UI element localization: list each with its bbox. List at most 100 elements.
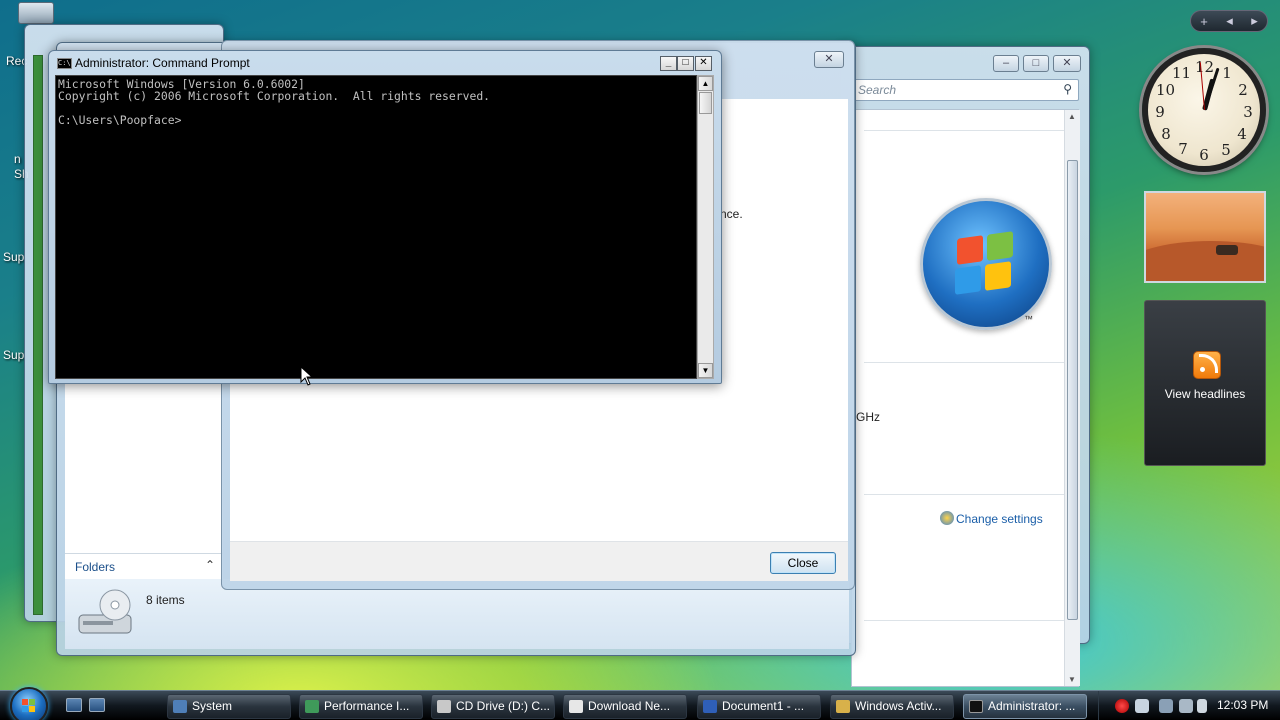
logo-pane-green — [987, 231, 1013, 261]
word-document-icon — [703, 700, 717, 713]
slideshow-gadget[interactable] — [1144, 191, 1266, 283]
task-label: Performance I... — [324, 699, 410, 713]
divider — [864, 620, 1064, 621]
clock-number-10: 10 — [1156, 81, 1176, 99]
console-line: Copyright (c) 2006 Microsoft Corporation… — [58, 89, 491, 103]
cd-drive-icon — [437, 700, 451, 713]
show-desktop-icon[interactable] — [66, 698, 82, 712]
taskbar-button-system[interactable]: System — [167, 694, 291, 719]
clock-number-11: 11 — [1172, 64, 1192, 82]
taskbar-button-cd-drive[interactable]: CD Drive (D:) C... — [431, 694, 555, 719]
console-scrollbar[interactable]: ▲ ▼ — [697, 75, 714, 379]
previous-page-button[interactable]: ◂ — [1226, 13, 1233, 29]
performance-icon — [305, 700, 319, 713]
search-placeholder: Search — [858, 83, 897, 97]
logo-pane-red — [957, 235, 983, 265]
console-output[interactable]: Microsoft Windows [Version 6.0.6002] Cop… — [55, 75, 697, 379]
folders-label: Folders — [75, 560, 116, 574]
close-button[interactable]: ✕ — [695, 56, 712, 71]
security-alert-icon[interactable] — [1115, 699, 1129, 713]
navigation-pane — [65, 383, 223, 579]
download-icon — [569, 700, 583, 713]
folders-toggle[interactable]: Folders ⌃ — [65, 553, 223, 579]
change-settings-link[interactable]: Change settings — [956, 512, 1043, 526]
clock-number-8: 8 — [1161, 125, 1171, 143]
taskbar-button-document[interactable]: Document1 - ... — [697, 694, 821, 719]
taskbar: System Performance I... CD Drive (D:) C.… — [0, 687, 1280, 720]
update-icon[interactable] — [1135, 699, 1149, 713]
sidebar-controls[interactable]: + ◂ ▸ — [1190, 10, 1268, 32]
taskbar-button-download[interactable]: Download Ne... — [563, 694, 687, 719]
system-clock[interactable]: 12:03 PM — [1217, 698, 1268, 712]
logo-pane-yellow — [985, 261, 1011, 291]
taskbar-button-command-prompt[interactable]: Administrator: ... — [963, 694, 1087, 719]
clock-number-2: 2 — [1238, 81, 1248, 99]
clock-number-4: 4 — [1237, 125, 1247, 143]
clock-number-3: 3 — [1243, 103, 1253, 121]
taskbar-button-performance[interactable]: Performance I... — [299, 694, 423, 719]
power-icon[interactable] — [1197, 699, 1207, 713]
view-headlines-link[interactable]: View headlines — [1145, 387, 1265, 401]
desktop-label-n[interactable]: n — [14, 152, 21, 166]
minimize-button[interactable]: – — [993, 55, 1019, 72]
task-label: Windows Activ... — [855, 699, 942, 713]
volume-muted-icon[interactable] — [1179, 699, 1193, 713]
clock-number-5: 5 — [1221, 141, 1231, 159]
minimize-button[interactable]: _ — [660, 56, 677, 71]
scrollbar-thumb[interactable] — [1067, 160, 1078, 620]
scrollbar-thumb[interactable] — [699, 92, 712, 114]
add-gadget-button[interactable]: + — [1200, 14, 1208, 29]
desktop-label-sup-1[interactable]: Sup — [3, 250, 24, 264]
divider — [864, 362, 1064, 363]
scroll-down-button[interactable]: ▼ — [698, 363, 713, 378]
taskbar-button-windows-activation[interactable]: Windows Activ... — [830, 694, 954, 719]
search-icon[interactable]: ⚲ — [1063, 82, 1072, 96]
system-content: ™ GHz Change settings ▲ ▼ — [851, 109, 1080, 687]
notification-area: 12:03 PM — [1098, 691, 1280, 720]
dialog-partial-text: nce. — [720, 207, 743, 221]
console-prompt[interactable]: C:\Users\Poopface> — [58, 113, 181, 127]
task-label: System — [192, 699, 233, 713]
clock-gadget[interactable]: 12 1 2 3 4 5 6 7 8 9 10 11 — [1142, 48, 1266, 172]
command-prompt-window[interactable]: C:\ Administrator: Command Prompt _ □ ✕ … — [48, 50, 722, 384]
search-input[interactable]: Search ⚲ — [851, 79, 1079, 101]
clock-number-7: 7 — [1178, 140, 1188, 158]
divider — [864, 130, 1064, 131]
maximize-button[interactable]: □ — [677, 56, 694, 71]
clock-number-9: 9 — [1155, 103, 1165, 121]
clock-number-6: 6 — [1199, 146, 1209, 164]
clock-number-12: 12 — [1195, 58, 1215, 76]
close-button[interactable]: ✕ — [1053, 55, 1081, 72]
oryx-image — [1216, 245, 1238, 255]
activation-key-icon — [836, 700, 850, 713]
dialog-close-x-button[interactable]: ✕ — [814, 51, 844, 68]
next-page-button[interactable]: ▸ — [1251, 13, 1258, 29]
divider — [864, 494, 1064, 495]
recycle-bin-icon[interactable] — [18, 2, 54, 24]
scroll-up-icon[interactable]: ▲ — [1068, 112, 1076, 121]
processor-speed-text: GHz — [856, 410, 880, 424]
windows-flag-icon — [22, 699, 35, 712]
system-window[interactable]: – □ ✕ Search ⚲ ™ GHz Change settings ▲ ▼ — [840, 46, 1090, 687]
start-button[interactable] — [10, 687, 48, 720]
scroll-up-button[interactable]: ▲ — [698, 76, 713, 91]
close-button[interactable]: Close — [770, 552, 836, 574]
desktop-label-sup-2[interactable]: Sup — [3, 348, 24, 362]
task-label: CD Drive (D:) C... — [456, 699, 550, 713]
chevron-up-icon[interactable]: ⌃ — [205, 558, 215, 572]
window-title: Administrator: Command Prompt — [75, 56, 250, 70]
mouse-cursor-icon — [300, 366, 314, 386]
logo-pane-blue — [955, 265, 981, 295]
feed-headlines-gadget[interactable]: View headlines — [1144, 300, 1266, 466]
system-icon — [173, 700, 187, 713]
switch-windows-icon[interactable] — [89, 698, 105, 712]
windows-logo-icon — [920, 198, 1052, 330]
background-window-edge — [33, 55, 43, 615]
scroll-down-icon[interactable]: ▼ — [1068, 675, 1076, 684]
vertical-scrollbar[interactable]: ▲ ▼ — [1064, 110, 1080, 686]
rss-icon — [1193, 351, 1221, 379]
clock-number-1: 1 — [1222, 64, 1232, 82]
network-icon[interactable] — [1159, 699, 1173, 713]
cmd-icon — [969, 700, 983, 713]
maximize-button[interactable]: □ — [1023, 55, 1049, 72]
